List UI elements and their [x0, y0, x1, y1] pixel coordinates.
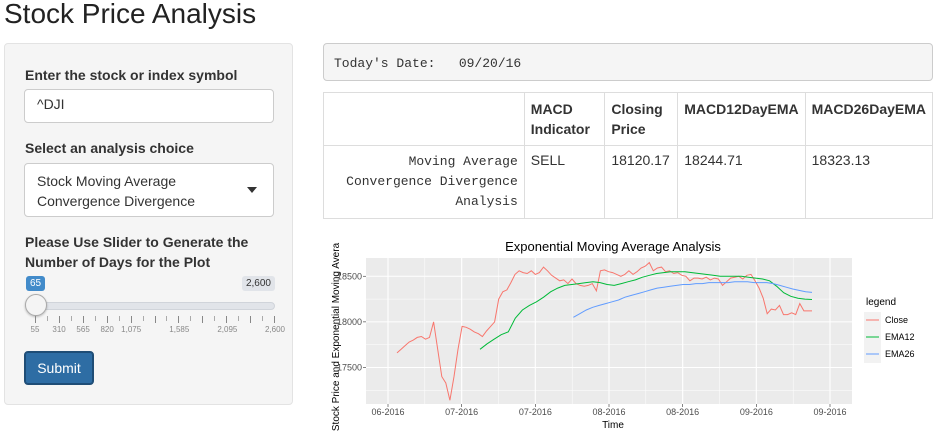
slider-ticks — [35, 316, 275, 323]
table-header-macd-indicator: MACD Indicator — [523, 92, 606, 146]
date-label: Today's Date: — [334, 56, 436, 71]
slider-tick — [178, 316, 180, 323]
slider-tick — [166, 316, 168, 321]
slider-label-line2: Number of Days for the Plot — [25, 254, 211, 270]
ema-chart: Exponential Moving Average Analysis Time… — [330, 233, 936, 431]
slider-grid-label: 565 — [76, 325, 90, 334]
submit-button[interactable]: Submit — [24, 351, 94, 385]
analysis-name-line2: Convergence Divergence — [346, 174, 518, 189]
slider-tick — [154, 316, 156, 323]
x-tick-label: 06-2016 — [371, 407, 404, 417]
slider-tick — [142, 316, 144, 321]
x-tick-label: 07-2016 — [445, 407, 478, 417]
table-cell-ema12: 18244.71 — [677, 145, 806, 219]
slider-tick — [130, 316, 132, 323]
slider-tick — [202, 316, 204, 323]
table-cell-analysis-name: Moving Average Convergence Divergence An… — [323, 145, 525, 219]
days-slider[interactable]: 65 2,600 55 310 565 820 1,075 1,585 2,095 2,600 — [24, 276, 285, 336]
table-cell-closing: 18120.17 — [604, 145, 679, 219]
table-row: Moving Average Convergence Divergence An… — [323, 145, 934, 219]
slider-tick — [58, 316, 60, 323]
table-header-row: MACD Indicator Closing Price MACD12DayEM… — [323, 92, 934, 146]
table-header-ema12: MACD12DayEMA — [677, 92, 806, 146]
x-tick-label: 09-2016 — [740, 407, 773, 417]
slider-tick — [238, 316, 240, 321]
analysis-selected-line2: Convergence Divergence — [37, 193, 195, 209]
ema-chart-svg: Exponential Moving Average Analysis Time… — [331, 239, 915, 431]
slider-tick — [214, 316, 216, 321]
x-tick-label: 09-2016 — [813, 407, 846, 417]
slider-grid-labels: 55 310 565 820 1,075 1,585 2,095 2,600 — [25, 325, 285, 337]
table-header-ema26: MACD26DayEMA — [804, 92, 934, 146]
analysis-selected-line1: Stock Moving Average — [37, 173, 177, 189]
slider-tick — [262, 316, 264, 321]
slider-grid-label: 1,075 — [121, 325, 142, 334]
slider-grid-label: 310 — [52, 325, 66, 334]
slider-tick — [190, 316, 192, 321]
analysis-name-line1: Moving Average — [408, 154, 518, 169]
slider-grid-label: 2,600 — [264, 325, 286, 334]
y-tick-label: 17500 — [337, 363, 362, 373]
legend-label-ema26: EMA26 — [885, 349, 915, 359]
date-panel: Today's Date: 09/20/16 — [323, 43, 933, 81]
chart-title: Exponential Moving Average Analysis — [505, 239, 721, 254]
x-tick-label: 08-2016 — [592, 407, 625, 417]
slider-value-badge: 65 — [26, 276, 46, 291]
analysis-name-line3: Analysis — [455, 194, 518, 209]
results-table: MACD Indicator Closing Price MACD12DayEM… — [323, 92, 934, 219]
legend-label-close: Close — [885, 315, 908, 325]
y-tick-label: 18000 — [337, 317, 362, 327]
slider-track[interactable] — [35, 302, 275, 310]
symbol-label: Enter the stock or index symbol — [25, 67, 238, 83]
table-cell-indicator: SELL — [523, 145, 606, 219]
slider-max-badge: 2,600 — [241, 276, 275, 291]
table-cell-ema26: 18323.13 — [804, 145, 934, 219]
slider-tick — [118, 316, 120, 321]
analysis-label: Select an analysis choice — [25, 140, 194, 156]
slider-tick — [94, 316, 96, 321]
slider-tick — [82, 316, 84, 323]
analysis-select[interactable]: Stock Moving Average Convergence Diverge… — [24, 163, 274, 217]
date-value: 09/20/16 — [458, 56, 522, 71]
slider-tick — [250, 316, 252, 323]
table-header-closing-price: Closing Price — [604, 92, 679, 146]
slider-grid-label: 820 — [100, 325, 114, 334]
legend-title: legend — [866, 297, 896, 308]
table-header-blank — [323, 92, 525, 146]
slider-tick — [35, 316, 36, 323]
slider-tick — [106, 316, 108, 323]
page-title: Stock Price Analysis — [4, 0, 257, 29]
sidebar-panel: Enter the stock or index symbol ^DJI Sel… — [4, 43, 293, 405]
y-tick-label: 18500 — [337, 271, 362, 281]
slider-grid-label: 55 — [30, 325, 40, 334]
chevron-down-icon[interactable] — [247, 187, 257, 193]
slider-tick — [70, 316, 72, 321]
slider-handle[interactable] — [24, 294, 47, 316]
slider-label-line1: Please Use Slider to Generate the — [25, 234, 249, 250]
symbol-input[interactable]: ^DJI — [24, 89, 274, 123]
x-tick-label: 07-2016 — [519, 407, 552, 417]
slider-tick — [274, 316, 275, 323]
slider-grid-label: 1,585 — [169, 325, 190, 334]
slider-tick — [226, 316, 228, 323]
legend-label-ema12: EMA12 — [885, 332, 915, 342]
chart-x-axis-label: Time — [602, 420, 624, 431]
slider-grid-label: 2,095 — [217, 325, 238, 334]
slider-tick — [46, 316, 48, 321]
x-tick-label: 08-2016 — [666, 407, 699, 417]
